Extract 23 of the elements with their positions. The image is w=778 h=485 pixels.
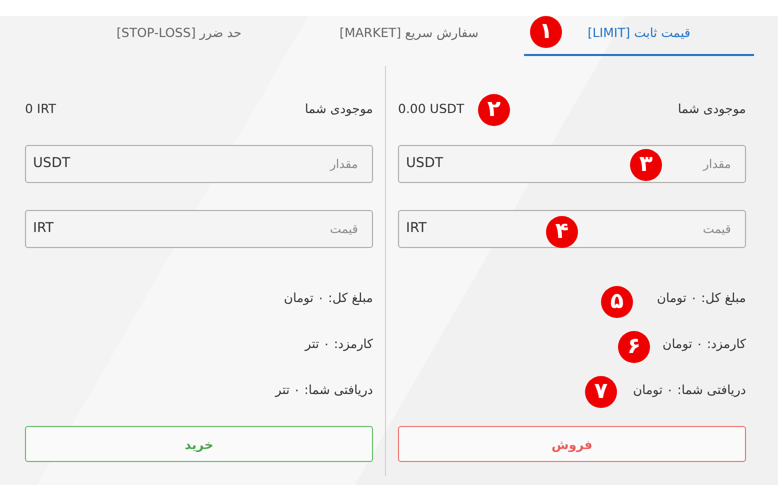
number-badge: ۵ [601,286,633,318]
summary-text: دریافتی شما: ۰ تومان [632,382,746,397]
summary-text: مبلغ کل: ۰ تومان [656,290,746,305]
number-badge: ۷ [585,376,617,408]
unit-label: IRT [406,220,427,236]
unit-label: USDT [33,155,70,171]
summary-text: کارمزد: ۰ تومان [662,336,746,351]
summary-text: کارمزد: ۰ تتر [305,336,373,351]
balance-value: 0.00 USDT [398,100,464,116]
number-badge: ۱ [530,16,562,48]
balance-value: 0 IRT [25,100,56,116]
sell-button[interactable]: فروش [398,426,746,462]
tab[interactable]: حد ضرر [STOP-LOSS] [64,16,294,56]
balance-label: موجودی شما [304,100,373,116]
number-badge: ۶ [618,331,650,363]
unit-label: IRT [33,220,54,236]
number-badge: ۲ [478,94,510,126]
balance-label: موجودی شما [678,100,746,116]
summary-text: دریافتی شما: ۰ تتر [275,382,373,397]
tab[interactable]: سفارش سریع [MARKET] [294,16,524,56]
buy-button[interactable]: خرید [25,426,373,462]
unit-label: USDT [406,155,444,171]
summary-text: مبلغ کل: ۰ تومان [284,290,373,305]
